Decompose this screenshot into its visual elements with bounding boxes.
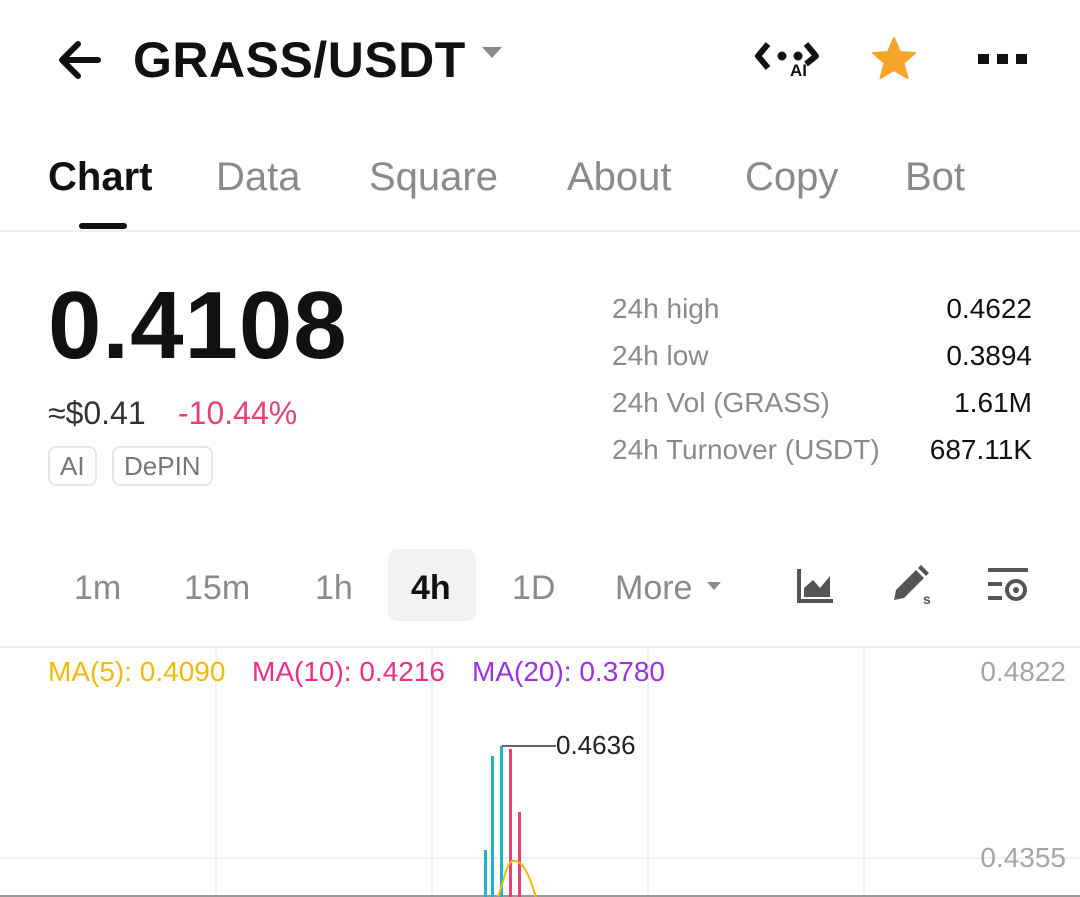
- tab-about[interactable]: About: [567, 154, 672, 200]
- tab-copy[interactable]: Copy: [745, 154, 838, 200]
- tab-chart[interactable]: Chart: [48, 154, 152, 200]
- section-tabs: Chart Data Square About Copy Bot: [0, 140, 1080, 232]
- ai-label: AI: [790, 61, 807, 80]
- tab-bot[interactable]: Bot: [905, 154, 965, 200]
- trading-pair-title[interactable]: GRASS/USDT: [133, 30, 466, 90]
- price-axis-label: 0.4822: [980, 656, 1066, 687]
- candle-up: [491, 756, 494, 897]
- top-bar: GRASS/USDT AI: [0, 0, 1080, 120]
- ai-assistant-icon[interactable]: [754, 38, 820, 86]
- stat-24h-low-label: 24h low: [612, 340, 709, 371]
- candle-up: [500, 746, 503, 897]
- stat-24h-high-label: 24h high: [612, 293, 720, 324]
- tab-square[interactable]: Square: [369, 154, 498, 200]
- high-marker-label: 0.4636: [556, 730, 636, 760]
- ma20-label: MA(20): 0.3780: [472, 656, 665, 687]
- stat-24h-high-value: 0.4622: [946, 293, 1032, 324]
- more-icon[interactable]: [978, 52, 1028, 66]
- price-axis-label: 0.4355: [980, 842, 1066, 873]
- interval-1m[interactable]: 1m: [74, 568, 121, 608]
- ma5-label: MA(5): 0.4090: [48, 656, 226, 687]
- interval-4h[interactable]: 4h: [411, 568, 451, 608]
- ma10-label: MA(10): 0.4216: [252, 656, 445, 687]
- interval-1d[interactable]: 1D: [512, 568, 555, 608]
- tag-depin[interactable]: DePIN: [112, 446, 213, 486]
- indicator-settings-icon[interactable]: [988, 566, 1030, 604]
- stat-24h-vol-value: 1.61M: [954, 387, 1032, 418]
- stat-24h-turnover-label: 24h Turnover (USDT): [612, 434, 880, 465]
- tag-ai[interactable]: AI: [48, 446, 97, 486]
- star-icon[interactable]: [870, 36, 918, 82]
- svg-text:s: s: [923, 591, 931, 606]
- candle-down: [509, 749, 512, 897]
- last-price: 0.4108: [48, 272, 348, 379]
- price-change-percent: -10.44%: [178, 395, 298, 431]
- active-tab-indicator: [79, 223, 127, 229]
- stat-24h-turnover-value: 687.11K: [929, 434, 1032, 465]
- interval-15m[interactable]: 15m: [184, 568, 250, 608]
- candle-up: [484, 850, 487, 897]
- interval-1h[interactable]: 1h: [315, 568, 353, 608]
- ma5-line: [497, 859, 537, 897]
- interval-more[interactable]: More: [615, 568, 692, 608]
- chevron-down-icon[interactable]: [707, 582, 721, 590]
- price-usd-approx: ≈$0.41: [48, 395, 146, 431]
- candle-down: [518, 812, 521, 897]
- stat-24h-low-value: 0.3894: [946, 340, 1032, 371]
- tab-data[interactable]: Data: [216, 154, 301, 200]
- chevron-down-icon[interactable]: [482, 47, 502, 58]
- draw-icon[interactable]: s: [890, 564, 936, 606]
- stat-24h-vol-label: 24h Vol (GRASS): [612, 387, 830, 418]
- back-arrow-icon[interactable]: [52, 34, 108, 86]
- chart-type-icon[interactable]: [796, 566, 836, 606]
